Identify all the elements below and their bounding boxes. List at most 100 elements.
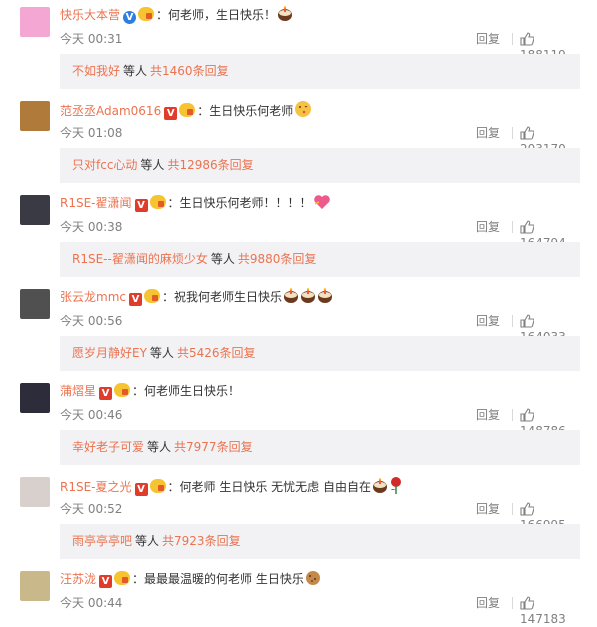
verified-red-icon: V (134, 199, 148, 212)
verified-red-icon: V (164, 107, 178, 120)
comment-text: 生日快乐何老师 (209, 104, 294, 118)
sub-reply-box[interactable]: 愿岁月静好EY 等人 共5426条回复 (60, 336, 580, 371)
colon: ： (161, 290, 174, 304)
member-level-icon (143, 289, 160, 303)
username-link[interactable]: 范丞丞Adam0616 (60, 104, 161, 118)
comment-time: 今天 01:08 (60, 126, 123, 140)
reply-button[interactable]: 回复 (476, 313, 500, 329)
colon: ： (167, 480, 180, 494)
cake-emoji-icon (277, 6, 293, 27)
member-level-icon (114, 571, 131, 585)
sub-reply-count[interactable]: 共7923条回复 (162, 534, 241, 548)
thumbs-up-icon (520, 408, 538, 422)
comment-time: 今天 00:56 (60, 314, 123, 328)
rose-emoji-icon (389, 476, 403, 499)
colon: ： (132, 572, 145, 586)
cake-emoji-icon (300, 288, 316, 309)
colon: ： (156, 8, 169, 22)
thumbs-up-icon (520, 502, 538, 516)
sub-reply-count[interactable]: 共5426条回复 (177, 346, 256, 360)
comment-text: 何老师 生日快乐 无忧无虑 自由自在 (179, 480, 371, 494)
avatar[interactable] (20, 101, 50, 131)
sub-reply-others: 等人 (149, 346, 174, 360)
sub-reply-others: 等人 (140, 158, 165, 172)
divider (512, 503, 513, 515)
reply-button[interactable]: 回复 (476, 407, 500, 423)
avatar[interactable] (20, 383, 50, 413)
username-link[interactable]: R1SE-翟潇闻 (60, 196, 132, 210)
avatar[interactable] (20, 477, 50, 507)
sub-reply-user[interactable]: R1SE--翟潇闻的麻烦少女 (72, 252, 208, 266)
username-link[interactable]: R1SE-夏之光 (60, 480, 132, 494)
sub-reply-box[interactable]: 雨亭亭亭吧 等人 共7923条回复 (60, 524, 580, 559)
avatar[interactable] (20, 571, 50, 601)
thumbs-up-icon (520, 314, 538, 328)
reply-button[interactable]: 回复 (476, 595, 500, 611)
sub-reply-user[interactable]: 愿岁月静好EY (72, 346, 147, 360)
sub-reply-box[interactable]: R1SE--翟潇闻的麻烦少女 等人 共9880条回复 (60, 242, 580, 277)
sub-reply-count[interactable]: 共1460条回复 (150, 64, 229, 78)
member-level-icon (149, 195, 166, 209)
sub-reply-user[interactable]: 不如我好 (72, 64, 120, 78)
avatar[interactable] (20, 289, 50, 319)
divider (512, 409, 513, 421)
cake-emoji-icon (372, 478, 388, 499)
member-level-icon (138, 7, 155, 21)
divider (512, 127, 513, 139)
reply-button[interactable]: 回复 (476, 501, 500, 517)
kiss-emoji-icon (294, 100, 312, 123)
sub-reply-user[interactable]: 只对fcc心动 (72, 158, 137, 172)
comment-text: 何老师，生日快乐！ (168, 8, 277, 22)
sub-reply-count[interactable]: 共9880条回复 (238, 252, 317, 266)
member-level-icon (179, 103, 196, 117)
username-link[interactable]: 蒲熠星 (60, 384, 96, 398)
sub-reply-box[interactable]: 幸好老子可爱 等人 共7977条回复 (60, 430, 580, 465)
sub-reply-others: 等人 (210, 252, 235, 266)
sub-reply-count[interactable]: 共7977条回复 (174, 440, 253, 454)
cake-emoji-icon (283, 288, 299, 309)
reply-button[interactable]: 回复 (476, 219, 500, 235)
colon: ： (132, 384, 145, 398)
verified-red-icon: V (128, 293, 142, 306)
like-count: 147183 (520, 612, 566, 626)
username-link[interactable]: 张云龙mmc (60, 290, 126, 304)
divider (512, 597, 513, 609)
sub-reply-box[interactable]: 不如我好 等人 共1460条回复 (60, 54, 580, 89)
thumbs-up-icon (520, 126, 538, 140)
reply-button[interactable]: 回复 (476, 31, 500, 47)
verified-red-icon: V (99, 387, 113, 400)
comment-text: 生日快乐何老师！！！！ (179, 196, 312, 210)
sub-reply-others: 等人 (123, 64, 148, 78)
colon: ： (197, 104, 210, 118)
comment-time: 今天 00:46 (60, 408, 123, 422)
verified-red-icon: V (134, 483, 148, 496)
comment-text: 祝我何老师生日快乐 (174, 290, 283, 304)
verified-red-icon: V (99, 575, 113, 588)
sub-reply-user[interactable]: 雨亭亭亭吧 (72, 534, 132, 548)
member-level-icon (114, 383, 131, 397)
username-link[interactable]: 快乐大本营 (60, 8, 120, 22)
colon: ： (167, 196, 180, 210)
sub-reply-others: 等人 (135, 534, 160, 548)
cookie-emoji-icon (305, 570, 321, 591)
sub-reply-box[interactable]: 只对fcc心动 等人 共12986条回复 (60, 148, 580, 183)
comment-time: 今天 00:38 (60, 220, 123, 234)
thumbs-up-icon (520, 220, 538, 234)
comment-time: 今天 00:44 (60, 596, 123, 610)
heart-emoji-icon (313, 194, 331, 215)
avatar[interactable] (20, 7, 50, 37)
sub-reply-count[interactable]: 共12986条回复 (167, 158, 253, 172)
comment-text: 最最最温暖的何老师 生日快乐 (144, 572, 304, 586)
comment-time: 今天 00:52 (60, 502, 123, 516)
reply-button[interactable]: 回复 (476, 125, 500, 141)
like-button[interactable]: 147183 (520, 595, 580, 627)
member-level-icon (149, 479, 166, 493)
thumbs-up-icon (520, 596, 538, 610)
divider (512, 221, 513, 233)
divider (512, 33, 513, 45)
username-link[interactable]: 汪苏泷 (60, 572, 96, 586)
avatar[interactable] (20, 195, 50, 225)
thumbs-up-icon (520, 32, 538, 46)
comment-text: 何老师生日快乐！ (144, 384, 241, 398)
sub-reply-user[interactable]: 幸好老子可爱 (72, 440, 144, 454)
